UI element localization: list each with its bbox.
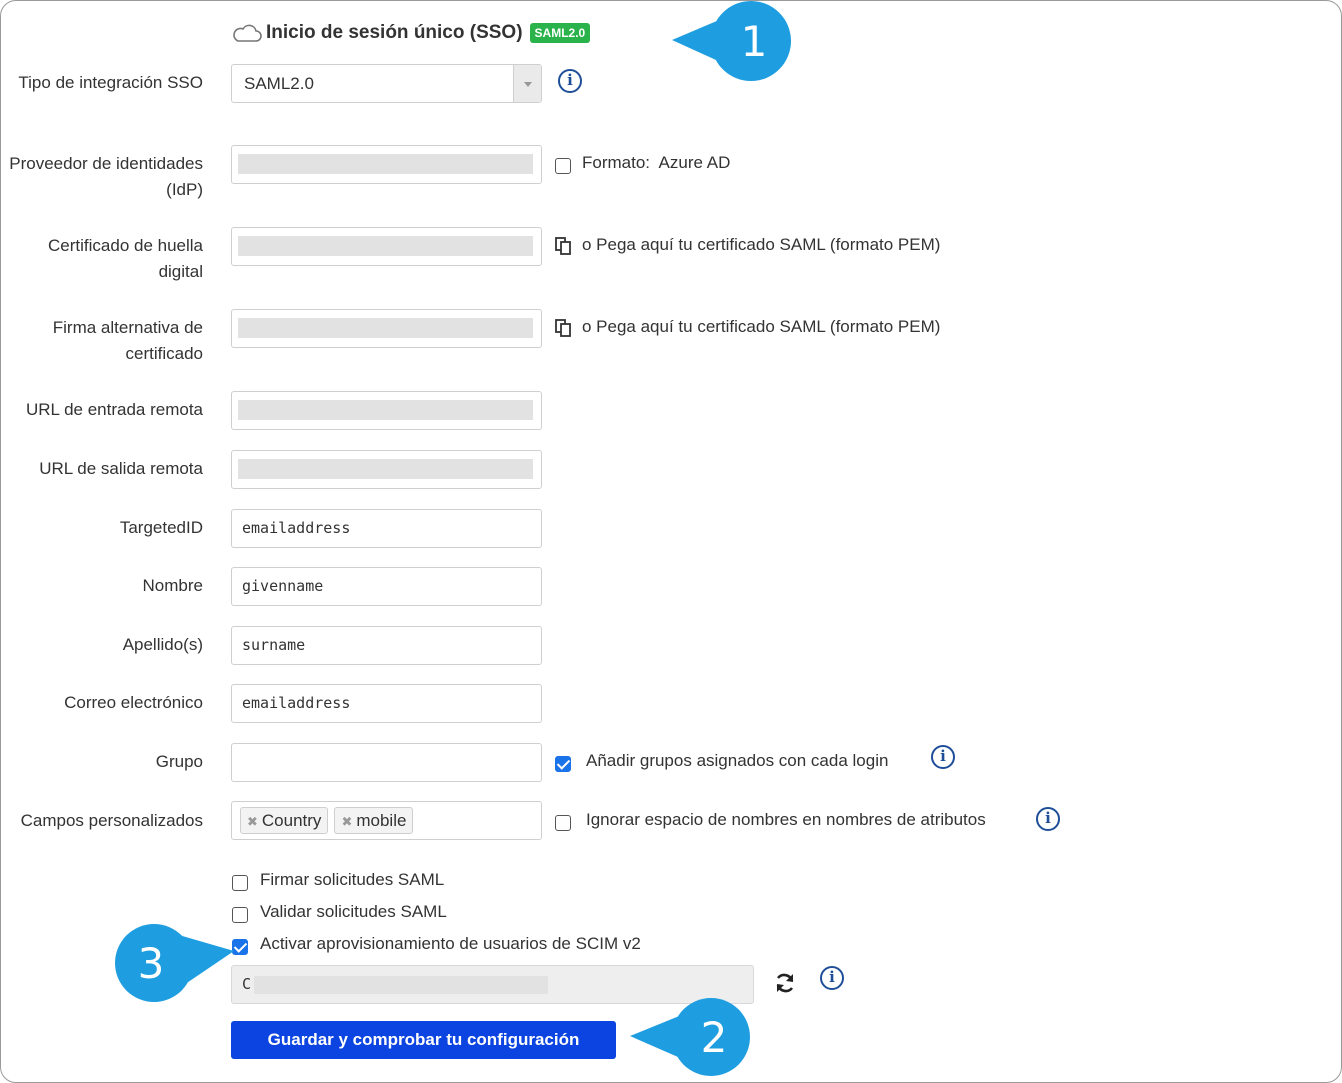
section-header: Inicio de sesión único (SSO) SAML2.0: [231, 20, 591, 46]
info-icon[interactable]: i: [1036, 807, 1060, 831]
redacted-value: [238, 318, 533, 338]
login-url-label: URL de entrada remota: [25, 400, 203, 419]
callout-number-3: 3: [138, 939, 165, 988]
last-name-label: Apellido(s): [122, 635, 203, 654]
redacted-value: [238, 236, 533, 256]
first-name-input[interactable]: givenname: [231, 567, 542, 606]
info-icon[interactable]: i: [820, 966, 844, 990]
cert-label: Certificado de huella digital: [48, 236, 203, 281]
logout-url-label: URL de salida remota: [39, 459, 203, 478]
chevron-down-icon: [513, 65, 541, 102]
refresh-icon[interactable]: [773, 971, 797, 995]
format-value: Azure AD: [658, 153, 731, 172]
alt-cert-input[interactable]: [231, 309, 542, 348]
ignore-namespace-checkbox[interactable]: [555, 815, 571, 831]
first-name-label: Nombre: [142, 576, 203, 595]
callout-marker-2: 2: [630, 998, 750, 1076]
remove-tag-icon[interactable]: ✖: [247, 814, 258, 829]
tag-chip[interactable]: ✖ mobile: [334, 807, 414, 834]
custom-fields-label: Campos personalizados: [20, 811, 203, 830]
validate-requests-label: Validar solicitudes SAML: [260, 902, 447, 921]
logout-url-input[interactable]: [231, 450, 542, 489]
callout-marker-3: 3: [115, 924, 234, 1002]
redacted-value: [238, 400, 533, 420]
last-name-input[interactable]: surname: [231, 626, 542, 665]
assigned-groups-checkbox[interactable]: [555, 756, 571, 772]
save-button[interactable]: Guardar y comprobar tu configuración: [231, 1021, 616, 1059]
idp-label: Proveedor de identidades (IdP): [9, 154, 203, 199]
copy-icon[interactable]: [555, 319, 571, 337]
login-url-input[interactable]: [231, 391, 542, 430]
callout-number-2: 2: [701, 1013, 728, 1062]
group-input[interactable]: [231, 743, 542, 782]
redacted-value: [238, 459, 533, 479]
sso-type-select[interactable]: SAML2.0: [231, 64, 542, 103]
scim-token-prefix: C: [242, 975, 252, 993]
sign-requests-label: Firmar solicitudes SAML: [260, 870, 445, 889]
sign-requests-checkbox[interactable]: [232, 875, 248, 891]
alt-cert-label: Firma alternativa de certificado: [52, 318, 203, 363]
callout-number-1: 1: [741, 17, 768, 66]
sso-type-value: SAML2.0: [244, 74, 314, 93]
remove-tag-icon[interactable]: ✖: [341, 814, 352, 829]
sso-type-label: Tipo de integración SSO: [18, 73, 203, 92]
email-input[interactable]: emailaddress: [231, 684, 542, 723]
copy-icon[interactable]: [555, 237, 571, 255]
targeted-id-input[interactable]: emailaddress: [231, 509, 542, 548]
targeted-id-label: TargetedID: [119, 518, 203, 537]
custom-fields-input[interactable]: ✖ Country ✖ mobile: [231, 801, 542, 840]
section-title: Inicio de sesión único (SSO): [266, 22, 523, 43]
cloud-icon: [233, 24, 262, 42]
cert-paste-text: o Pega aquí tu certificado SAML (formato…: [582, 235, 941, 254]
callout-marker-1: 1: [672, 1, 791, 81]
redacted-value: [254, 976, 548, 994]
idp-input[interactable]: [231, 145, 542, 184]
protocol-badge: SAML2.0: [529, 23, 591, 43]
email-label: Correo electrónico: [64, 693, 203, 712]
format-checkbox[interactable]: [555, 158, 571, 174]
info-icon[interactable]: i: [931, 745, 955, 769]
assigned-groups-label: Añadir grupos asignados con cada login: [586, 751, 889, 770]
format-label: Formato: Azure AD: [582, 153, 731, 172]
group-label: Grupo: [155, 752, 203, 771]
info-icon[interactable]: i: [558, 69, 582, 93]
scim-label: Activar aprovisionamiento de usuarios de…: [260, 934, 641, 953]
redacted-value: [238, 154, 533, 174]
alt-cert-paste-text: o Pega aquí tu certificado SAML (formato…: [582, 317, 941, 336]
cert-input[interactable]: [231, 227, 542, 266]
ignore-namespace-label: Ignorar espacio de nombres en nombres de…: [586, 810, 986, 829]
tag-chip[interactable]: ✖ Country: [240, 807, 329, 834]
